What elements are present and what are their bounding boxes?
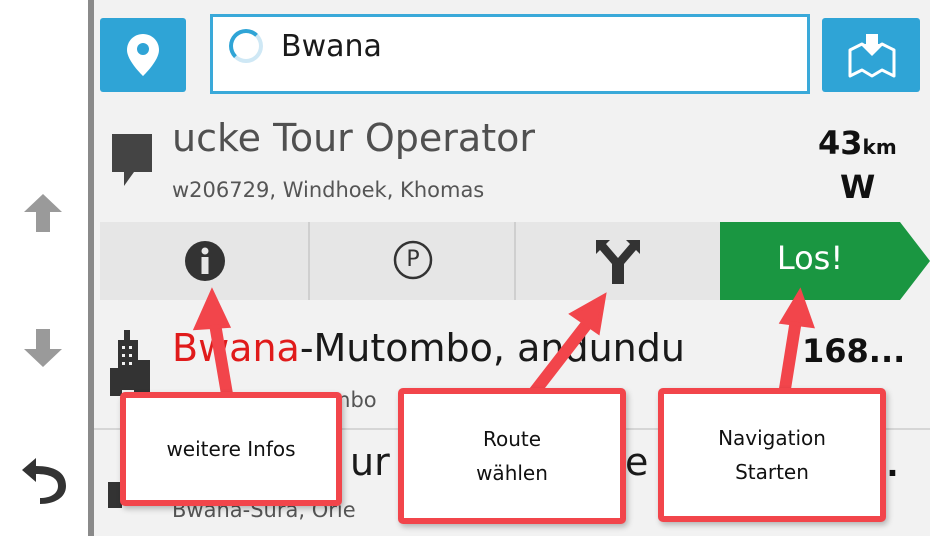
distance-value: 43 <box>818 124 863 162</box>
route-button[interactable] <box>516 222 720 300</box>
route-fork-icon <box>596 240 640 284</box>
callout-route-text: Route wählen <box>476 427 548 485</box>
location-button[interactable] <box>100 18 186 92</box>
action-bar: P Los! <box>100 222 930 300</box>
result-2-title-mid: -Mutombo, <box>299 326 518 370</box>
result-distance: 43km <box>818 124 897 162</box>
location-pin-icon <box>127 34 159 76</box>
scroll-up-arrow-icon[interactable] <box>20 190 66 236</box>
map-button[interactable] <box>822 18 920 92</box>
result-3-title-part[interactable]: ur <box>350 440 390 484</box>
callout-route: Route wählen <box>398 388 626 524</box>
result-2-title[interactable]: Bwana-Mutombo, andundu <box>172 326 685 370</box>
result-title[interactable]: ucke Tour Operator <box>172 116 535 160</box>
go-label: Los! <box>776 239 844 277</box>
building-icon <box>110 330 150 396</box>
result-2-highlight-b: ana <box>229 326 300 370</box>
parking-label: P <box>406 247 420 272</box>
info-button[interactable] <box>100 222 310 300</box>
info-icon <box>185 241 225 281</box>
result-2-distance: 168... <box>802 332 906 370</box>
result-2-title-tail: andundu <box>517 326 685 370</box>
search-query: Bwana <box>281 29 382 64</box>
scroll-down-arrow-icon[interactable] <box>20 325 66 371</box>
distance-unit: km <box>862 135 897 159</box>
parking-button[interactable]: P <box>310 222 516 300</box>
callout-navigation: Navigation Starten <box>658 388 886 522</box>
search-field[interactable]: Bwana <box>210 14 810 94</box>
result-2-highlight-a: Bw <box>172 326 230 370</box>
loading-spinner-icon <box>229 29 263 63</box>
result-3-title-tail: e <box>625 440 649 484</box>
callout-info: weitere Infos <box>120 392 342 506</box>
map-icon <box>848 34 896 78</box>
result-address: w206729, Windhoek, Khomas <box>172 178 485 202</box>
poi-marker-icon <box>112 134 152 186</box>
back-icon[interactable] <box>18 450 72 504</box>
callout-navigation-text: Navigation Starten <box>718 426 826 484</box>
left-sidebar <box>0 0 92 536</box>
result-direction: W <box>840 168 876 206</box>
callout-info-text: weitere Infos <box>166 437 296 461</box>
